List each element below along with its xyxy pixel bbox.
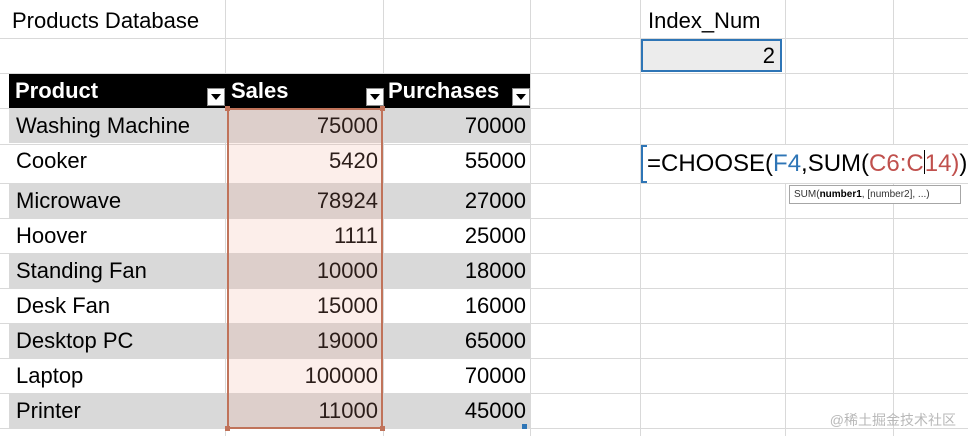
range-handle[interactable]	[380, 426, 385, 431]
cell-purchases[interactable]: 18000	[382, 253, 530, 288]
grid-hline	[0, 428, 968, 429]
grid-hline	[0, 38, 968, 39]
header-product[interactable]: Product	[9, 74, 227, 108]
cell-purchases[interactable]: 27000	[382, 183, 530, 218]
range-handle[interactable]	[225, 106, 230, 111]
filter-dropdown-icon[interactable]	[207, 88, 225, 106]
cell-product[interactable]: Microwave	[9, 183, 227, 218]
cell-product[interactable]: Printer	[9, 393, 227, 428]
range-handle[interactable]	[380, 106, 385, 111]
cell-purchases[interactable]: 55000	[382, 143, 530, 178]
cell-product[interactable]: Standing Fan	[9, 253, 227, 288]
formula-range-end: 14)	[924, 150, 960, 177]
index-num-label[interactable]: Index_Num	[648, 4, 761, 38]
tooltip-arg-current: number1	[819, 189, 862, 200]
range-handle[interactable]	[225, 426, 230, 431]
sales-range-highlight	[225, 106, 385, 431]
index-num-value: 2	[762, 43, 775, 68]
cell-purchases[interactable]: 65000	[382, 323, 530, 358]
cell-purchases[interactable]: 16000	[382, 288, 530, 323]
function-tooltip[interactable]: SUM(number1, [number2], ...)	[789, 185, 961, 204]
cell-purchases[interactable]: 25000	[382, 218, 530, 253]
tooltip-args-rest: , [number2], ...)	[861, 189, 930, 200]
watermark: @稀土掘金技术社区	[829, 412, 956, 428]
header-purchases[interactable]: Purchases	[382, 74, 530, 108]
cell-product[interactable]: Cooker	[9, 143, 227, 178]
table-resize-handle[interactable]	[522, 424, 527, 429]
cell-purchases[interactable]: 70000	[382, 108, 530, 143]
table-header: Product Sales Purchases	[9, 74, 530, 108]
cell-purchases[interactable]: 70000	[382, 358, 530, 393]
cell-product[interactable]: Desk Fan	[9, 288, 227, 323]
header-sales[interactable]: Sales	[227, 74, 382, 108]
cell-product[interactable]: Desktop PC	[9, 323, 227, 358]
tooltip-fn: SUM(	[794, 189, 820, 200]
filter-dropdown-icon[interactable]	[512, 88, 530, 106]
formula-range-start: C6:C	[869, 150, 924, 177]
cell-product[interactable]: Laptop	[9, 358, 227, 393]
formula-suffix: )	[959, 150, 968, 177]
cell-purchases[interactable]: 45000	[382, 393, 530, 428]
index-num-cell[interactable]: 2	[641, 39, 782, 72]
formula-ref-f4: F4	[773, 150, 802, 177]
cell-product[interactable]: Hoover	[9, 218, 227, 253]
formula-text[interactable]: =CHOOSE(F4,SUM(C6:C14))	[647, 145, 968, 183]
sheet-title[interactable]: Products Database	[12, 4, 199, 38]
formula-mid: ,SUM(	[801, 150, 870, 177]
cell-product[interactable]: Washing Machine	[9, 108, 227, 143]
formula-prefix: =CHOOSE(	[647, 150, 774, 177]
